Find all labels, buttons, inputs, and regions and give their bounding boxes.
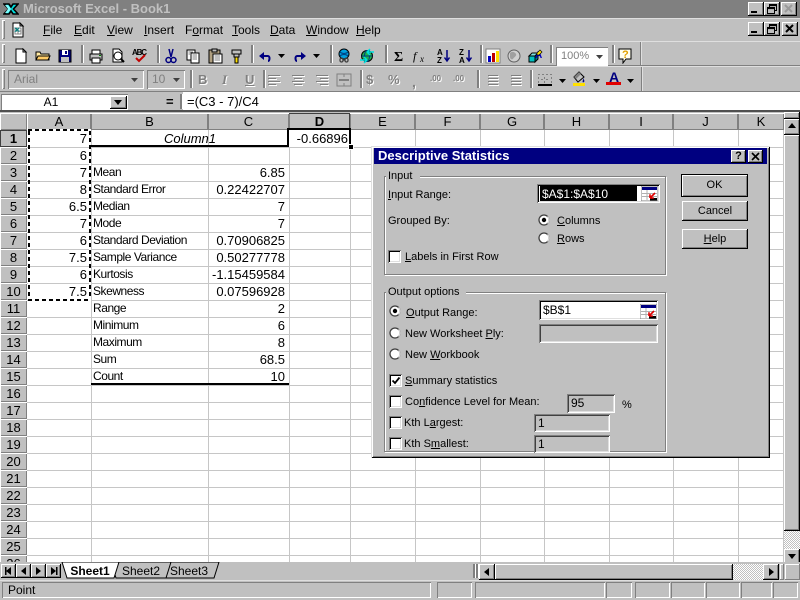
svg-text:Sheet3: Sheet3 xyxy=(170,564,208,578)
svg-text:Sheet1: Sheet1 xyxy=(70,564,110,578)
svg-text:?: ? xyxy=(622,49,629,61)
svg-text:Σ: Σ xyxy=(394,50,403,64)
svg-text:f: f xyxy=(413,49,418,63)
svg-text:Sheet2: Sheet2 xyxy=(122,564,160,578)
svg-text:A: A xyxy=(459,56,465,64)
svg-text:Z: Z xyxy=(437,56,442,64)
svg-text:x: x xyxy=(419,54,424,64)
